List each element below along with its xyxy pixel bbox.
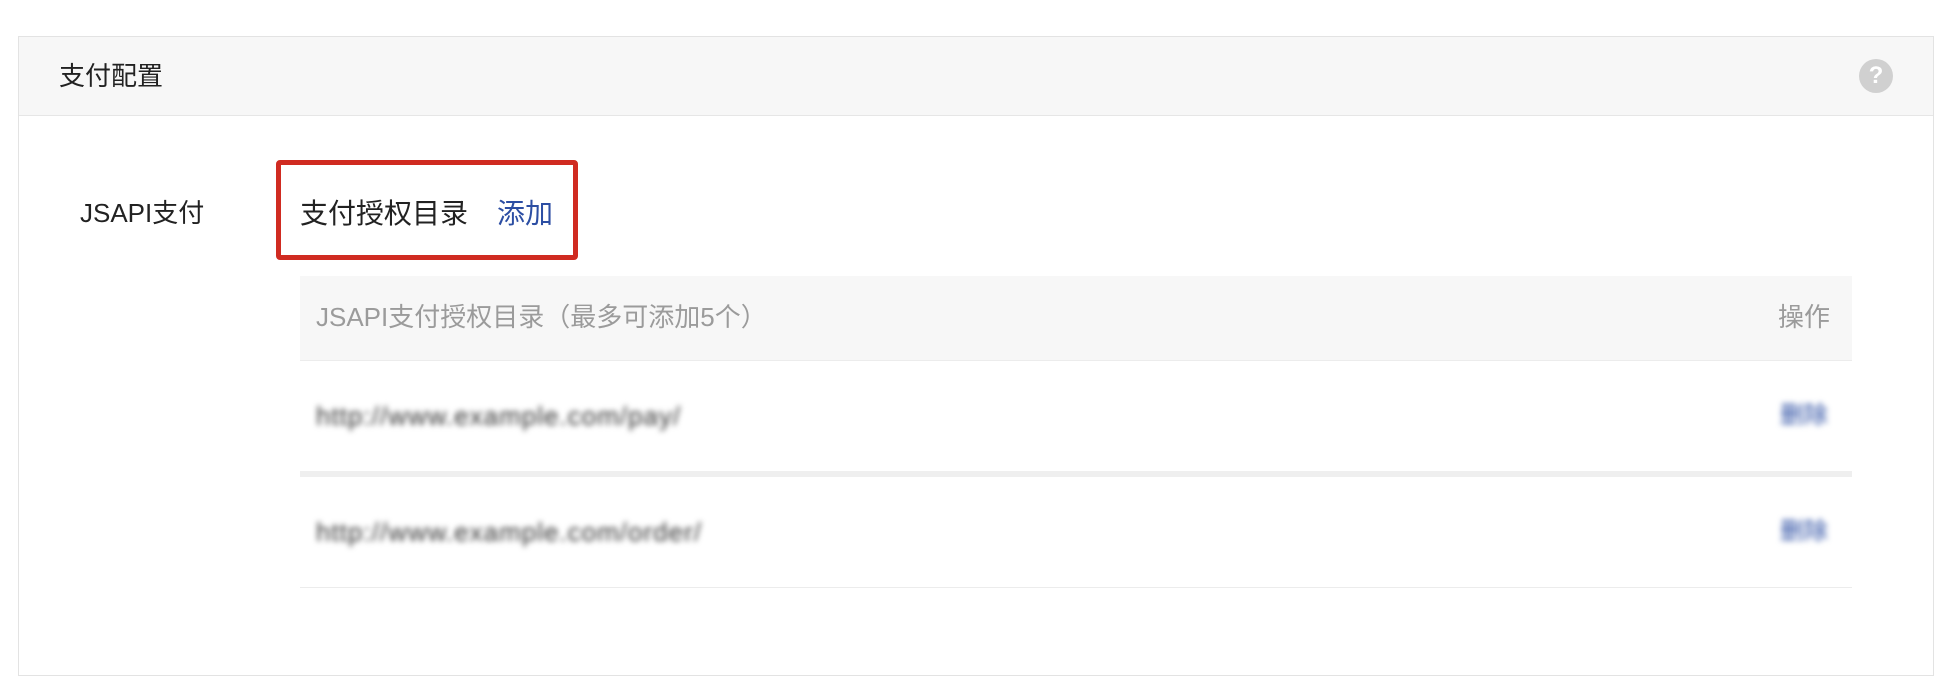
- directory-url: http://www.example.com/pay/: [316, 401, 682, 431]
- table-header: JSAPI支付授权目录（最多可添加5个） 操作: [300, 276, 1852, 361]
- table-row: http://www.example.com/pay/ 删除: [300, 361, 1852, 477]
- add-directory-link[interactable]: 添加: [497, 196, 553, 232]
- column-header-operation: 操作: [1777, 302, 1830, 332]
- auth-directory-table: JSAPI支付授权目录（最多可添加5个） 操作 http://www.examp…: [300, 276, 1852, 588]
- delete-link[interactable]: 删除: [1780, 399, 1828, 433]
- panel-title: 支付配置: [59, 61, 164, 91]
- directory-url: http://www.example.com/order/: [316, 517, 702, 547]
- table-row: http://www.example.com/order/ 删除: [300, 477, 1852, 588]
- question-circle-icon[interactable]: ?: [1859, 59, 1893, 93]
- column-header-directory: JSAPI支付授权目录（最多可添加5个）: [316, 302, 767, 332]
- jsapi-payment-label: JSAPI支付: [80, 198, 205, 228]
- delete-link[interactable]: 删除: [1780, 515, 1828, 549]
- auth-directory-label: 支付授权目录: [300, 198, 469, 229]
- panel-header: 支付配置 ?: [19, 37, 1933, 116]
